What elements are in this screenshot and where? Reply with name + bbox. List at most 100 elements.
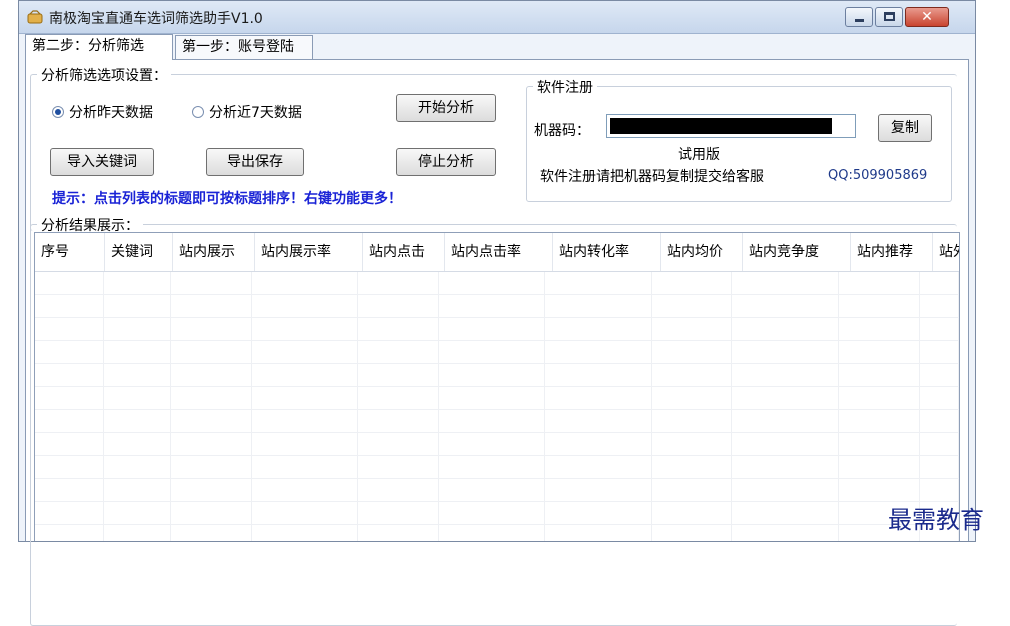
table-row[interactable] [35, 364, 959, 387]
table-cell [35, 433, 104, 455]
column-header-impressions[interactable]: 站内展示 [173, 233, 255, 271]
table-row[interactable] [35, 456, 959, 479]
table-cell [732, 456, 839, 478]
table-cell [920, 295, 959, 317]
table-cell [545, 364, 652, 386]
table-cell [732, 479, 839, 501]
table-cell [358, 456, 439, 478]
table-cell [439, 318, 546, 340]
table-cell [358, 410, 439, 432]
close-icon: ✕ [921, 9, 933, 25]
column-header-index[interactable]: 序号 [35, 233, 105, 271]
table-cell [732, 341, 839, 363]
table-cell [252, 502, 359, 524]
minimize-icon [855, 19, 864, 22]
table-row[interactable] [35, 272, 959, 295]
table-cell [839, 456, 920, 478]
table-cell [439, 341, 546, 363]
table-cell [920, 341, 959, 363]
table-cell [920, 318, 959, 340]
table-cell [439, 479, 546, 501]
table-cell [839, 295, 920, 317]
table-row[interactable] [35, 410, 959, 433]
table-cell [171, 525, 252, 541]
table-cell [652, 433, 733, 455]
table-cell [35, 410, 104, 432]
start-analysis-button[interactable]: 开始分析 [396, 94, 496, 122]
table-row[interactable] [35, 525, 959, 541]
column-header-impression-rate[interactable]: 站内展示率 [255, 233, 363, 271]
table-cell [839, 479, 920, 501]
results-table[interactable]: 序号 关键词 站内展示 站内展示率 站内点击 站内点击率 站内转化率 站内均价 … [34, 232, 960, 541]
table-cell [439, 387, 546, 409]
table-cell [358, 502, 439, 524]
copy-machine-code-button[interactable]: 复制 [878, 114, 932, 142]
radio-checked-icon [52, 106, 64, 118]
table-cell [545, 387, 652, 409]
table-cell [35, 295, 104, 317]
table-cell [652, 295, 733, 317]
minimize-button[interactable] [845, 7, 873, 27]
stop-analysis-button[interactable]: 停止分析 [396, 148, 496, 176]
sort-hint-text: 提示：点击列表的标题即可按标题排序！右键功能更多！ [52, 191, 402, 207]
table-cell [35, 479, 104, 501]
close-button[interactable]: ✕ [905, 7, 949, 27]
table-cell [439, 410, 546, 432]
tab-analysis[interactable]: 第二步：分析筛选 [25, 34, 173, 60]
maximize-button[interactable] [875, 7, 903, 27]
column-header-recommend[interactable]: 站内推荐 [851, 233, 933, 271]
table-cell [104, 387, 171, 409]
table-cell [439, 502, 546, 524]
edition-label: 试用版 [678, 147, 720, 163]
table-cell [35, 525, 104, 541]
table-row[interactable] [35, 295, 959, 318]
table-cell [839, 410, 920, 432]
column-header-competition[interactable]: 站内竞争度 [743, 233, 851, 271]
table-row[interactable] [35, 433, 959, 456]
table-cell [839, 272, 920, 294]
table-cell [839, 433, 920, 455]
radio-analyze-yesterday[interactable]: 分析昨天数据 [52, 102, 153, 122]
table-cell [439, 525, 546, 541]
table-cell [104, 410, 171, 432]
table-cell [35, 341, 104, 363]
export-save-button[interactable]: 导出保存 [206, 148, 304, 176]
table-cell [839, 364, 920, 386]
table-cell [545, 272, 652, 294]
column-header-ctr[interactable]: 站内点击率 [445, 233, 553, 271]
table-cell [35, 272, 104, 294]
table-row[interactable] [35, 318, 959, 341]
machine-code-field[interactable] [606, 114, 856, 138]
table-cell [358, 318, 439, 340]
table-cell [652, 525, 733, 541]
table-cell [252, 433, 359, 455]
table-cell [839, 318, 920, 340]
tab-account-login[interactable]: 第一步：账号登陆 [175, 35, 313, 59]
import-keywords-button[interactable]: 导入关键词 [50, 148, 154, 176]
table-cell [545, 502, 652, 524]
table-cell [920, 433, 959, 455]
radio-analyze-7days[interactable]: 分析近7天数据 [192, 102, 302, 122]
window-title: 南极淘宝直通车选词筛选助手V1.0 [49, 11, 263, 27]
table-cell [104, 479, 171, 501]
table-row[interactable] [35, 502, 959, 525]
table-row[interactable] [35, 387, 959, 410]
table-cell [652, 272, 733, 294]
table-cell [171, 341, 252, 363]
table-cell [358, 272, 439, 294]
table-cell [652, 387, 733, 409]
title-bar[interactable]: 南极淘宝直通车选词筛选助手V1.0 ✕ [19, 1, 975, 34]
column-header-conversion-rate[interactable]: 站内转化率 [553, 233, 661, 271]
table-row[interactable] [35, 479, 959, 502]
table-row[interactable] [35, 341, 959, 364]
table-cell [732, 433, 839, 455]
table-cell [652, 479, 733, 501]
table-cell [35, 456, 104, 478]
column-header-keyword[interactable]: 关键词 [105, 233, 173, 271]
table-cell [545, 318, 652, 340]
column-header-avg-price[interactable]: 站内均价 [661, 233, 743, 271]
machine-code-value-redacted [610, 118, 832, 134]
table-cell [732, 410, 839, 432]
column-header-clicks[interactable]: 站内点击 [363, 233, 445, 271]
column-header-offsite[interactable]: 站外 [933, 233, 959, 271]
